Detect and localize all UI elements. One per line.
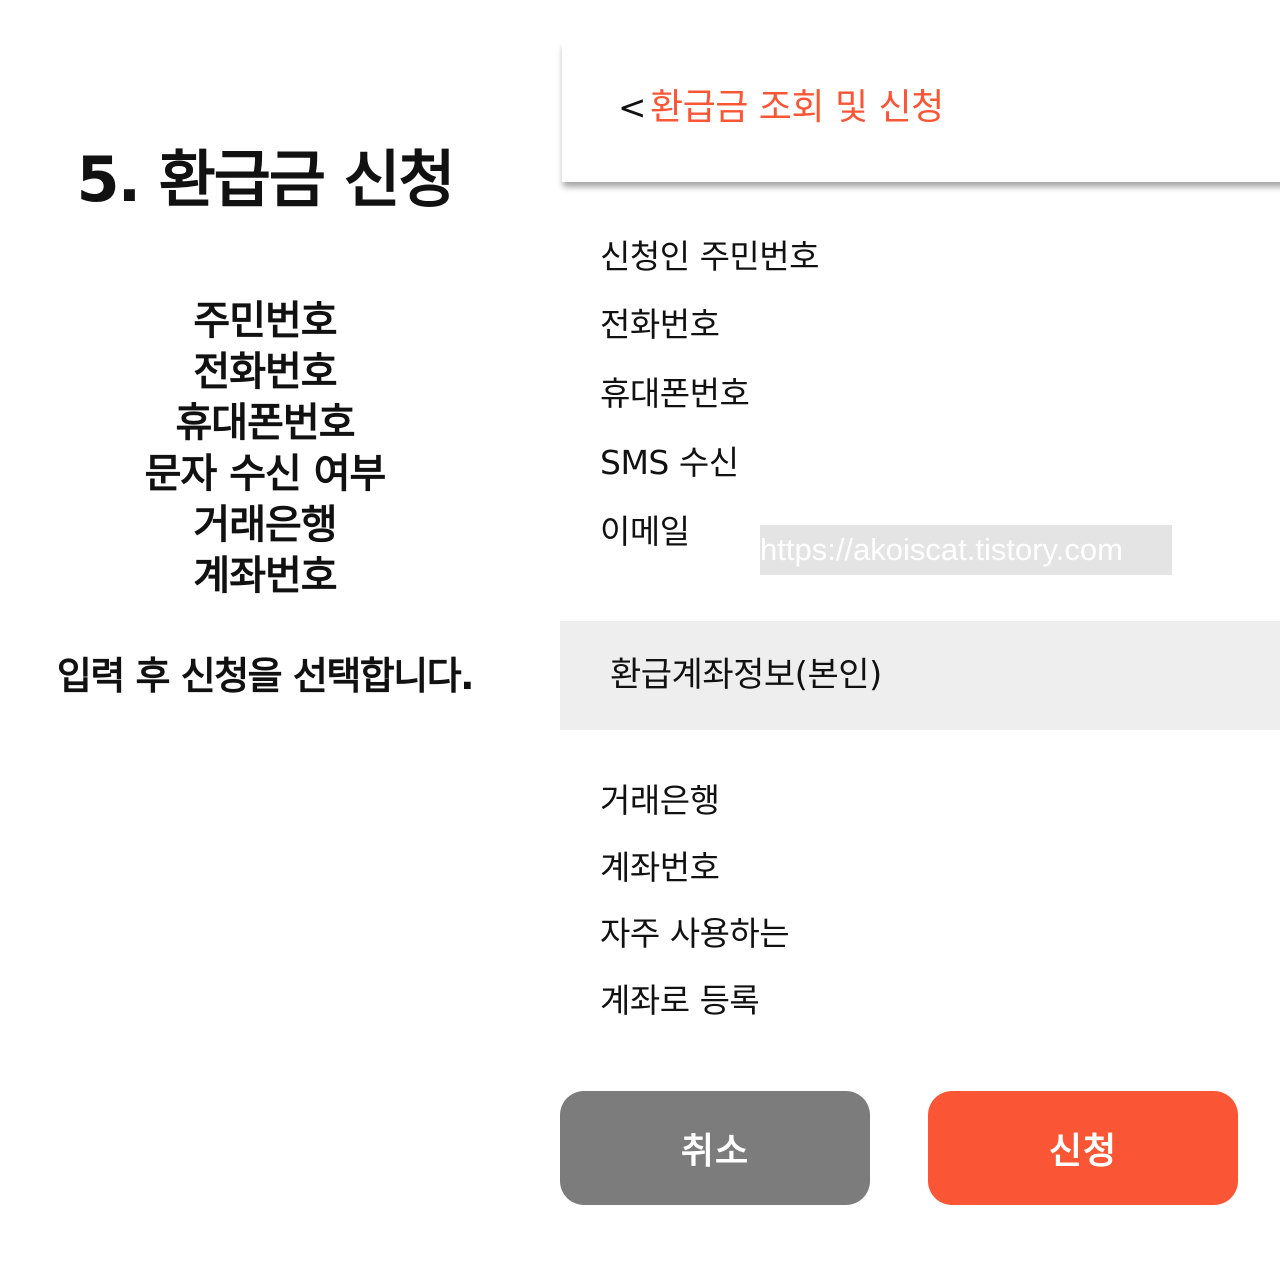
field-label-bank[interactable]: 거래은행 <box>600 781 720 821</box>
page-title: 환급금 조회 및 신청 <box>650 87 944 128</box>
field-label-mobile[interactable]: 휴대폰번호 <box>600 374 750 414</box>
instruction-list: 주민번호 전화번호 휴대폰번호 문자 수신 여부 거래은행 계좌번호 <box>0 296 530 602</box>
watermark-url: https://akoiscat.tistory.com <box>760 525 1172 575</box>
instruction-item: 전화번호 <box>193 349 337 395</box>
field-label-resident-number[interactable]: 신청인 주민번호 <box>600 237 820 277</box>
instruction-title: 5. 환급금 신청 <box>76 143 455 216</box>
field-label-favorite[interactable]: 자주 사용하는 <box>600 914 790 954</box>
instruction-item: 거래은행 <box>193 502 337 548</box>
instruction-item: 문자 수신 여부 <box>144 451 387 497</box>
instruction-item: 휴대폰번호 <box>175 400 356 446</box>
instruction-item: 주민번호 <box>193 298 337 344</box>
cancel-button[interactable]: 취소 <box>560 1091 870 1205</box>
section-title: 환급계좌정보(본인) <box>610 655 882 695</box>
field-label-sms[interactable]: SMS 수신 <box>600 443 739 483</box>
section-header: 환급계좌정보(본인) <box>560 621 1280 730</box>
field-label-email[interactable]: 이메일 <box>600 512 690 552</box>
instruction-item: 계좌번호 <box>193 553 337 599</box>
instruction-footer: 입력 후 신청을 선택합니다. <box>56 654 475 698</box>
submit-button[interactable]: 신청 <box>928 1091 1238 1205</box>
field-label-register-account[interactable]: 계좌로 등록 <box>600 981 760 1021</box>
field-label-phone[interactable]: 전화번호 <box>600 305 720 345</box>
back-button[interactable]: < <box>618 88 647 128</box>
app-header: < 환급금 조회 및 신청 <box>562 40 1280 182</box>
field-label-account-number[interactable]: 계좌번호 <box>600 848 720 888</box>
